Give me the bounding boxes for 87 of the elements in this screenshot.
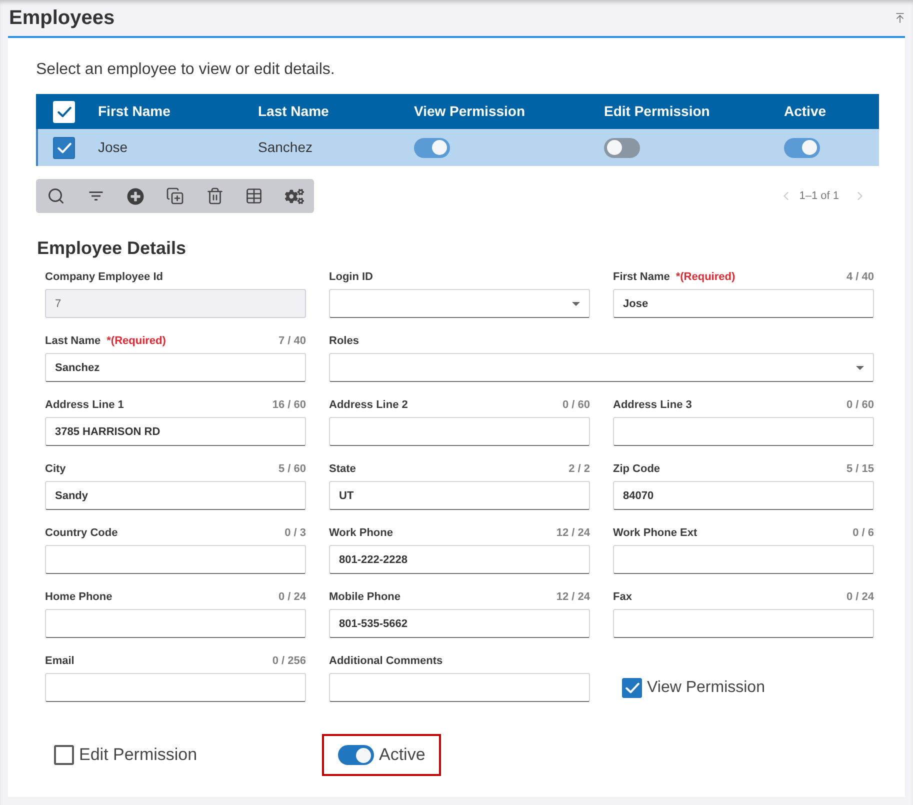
caret-down-icon xyxy=(856,366,864,370)
caret-down-icon xyxy=(572,302,580,306)
field-label: Additional Comments xyxy=(329,654,443,668)
toggle-switch[interactable] xyxy=(338,745,374,765)
field-label: Roles xyxy=(329,334,359,348)
instruction-text: Select an employee to view or edit details. xyxy=(36,60,336,80)
toggle-switch[interactable] xyxy=(414,138,450,158)
required-note: *(Required) xyxy=(676,270,736,284)
text-field[interactable]: Sanchez xyxy=(45,353,306,382)
trash-icon xyxy=(206,187,224,205)
field-label: Email xyxy=(45,654,74,668)
text-field[interactable]: 801-535-5662 xyxy=(329,609,590,638)
character-counter: 16 / 60 xyxy=(272,398,306,412)
gears-icon xyxy=(284,186,304,206)
required-note: *(Required) xyxy=(106,334,166,348)
field-label: Fax xyxy=(613,590,632,604)
character-counter: 0 / 60 xyxy=(846,398,874,412)
checkbox-label: View Permission xyxy=(647,678,765,698)
field-label: State xyxy=(329,462,356,476)
field-label: Address Line 2 xyxy=(329,398,408,412)
dropdown-field[interactable] xyxy=(329,353,874,382)
text-field[interactable]: UT xyxy=(329,481,590,510)
toggle-switch[interactable] xyxy=(784,138,820,158)
text-field[interactable] xyxy=(613,417,874,446)
table-cell-text: Jose xyxy=(98,138,129,157)
toggle-switch[interactable] xyxy=(604,138,640,158)
character-counter: 5 / 15 xyxy=(846,462,874,476)
field-label: Work Phone Ext xyxy=(613,526,698,540)
character-counter: 0 / 6 xyxy=(852,526,874,540)
checkmark-icon xyxy=(624,682,640,694)
field-label: Login ID xyxy=(329,270,373,284)
character-counter: 12 / 24 xyxy=(556,590,590,604)
character-counter: 4 / 40 xyxy=(846,270,874,284)
text-field[interactable] xyxy=(613,545,874,574)
field-label: Mobile Phone xyxy=(329,590,400,604)
checkmark-icon xyxy=(56,142,72,154)
column-header[interactable]: First Name xyxy=(98,101,258,122)
field-label: Country Code xyxy=(45,526,118,540)
character-counter: 2 / 2 xyxy=(568,462,590,476)
field-label: Home Phone xyxy=(45,590,112,604)
section-heading: Employee Details xyxy=(37,237,188,259)
text-field[interactable] xyxy=(45,609,306,638)
field-label: Company Employee Id xyxy=(45,270,163,284)
copy-plus-icon xyxy=(166,187,184,205)
text-field[interactable] xyxy=(329,417,590,446)
character-counter: 12 / 24 xyxy=(556,526,590,540)
text-field[interactable]: 801-222-2228 xyxy=(329,545,590,574)
character-counter: 7 / 40 xyxy=(278,334,306,348)
checkbox[interactable] xyxy=(54,745,74,765)
field-label: Address Line 1 xyxy=(45,398,124,412)
character-counter: 0 / 24 xyxy=(278,590,306,604)
character-counter: 0 / 60 xyxy=(562,398,590,412)
table-cell-text: Sanchez xyxy=(258,138,314,157)
field-label: Work Phone xyxy=(329,526,393,540)
field-label: Zip Code xyxy=(613,462,660,476)
checkbox-label: Edit Permission xyxy=(79,744,198,766)
text-field[interactable]: Sandy xyxy=(45,481,306,510)
checkmark-icon xyxy=(56,106,72,118)
text-field[interactable] xyxy=(329,673,590,702)
character-counter: 0 / 24 xyxy=(846,590,874,604)
text-field[interactable]: Jose xyxy=(613,289,874,318)
checkbox[interactable] xyxy=(622,678,642,698)
pagination-range: 1–1 of 1 xyxy=(799,188,839,204)
field-label: Last Name xyxy=(45,334,101,348)
text-field[interactable] xyxy=(45,673,306,702)
toggle-label: Active xyxy=(379,744,426,766)
text-field[interactable] xyxy=(613,609,874,638)
column-header[interactable]: View Permission xyxy=(414,101,604,122)
column-header[interactable]: Edit Permission xyxy=(604,101,784,122)
page-title: Employees xyxy=(9,6,115,31)
text-field[interactable] xyxy=(45,545,306,574)
dropdown-field[interactable] xyxy=(329,289,590,318)
table-icon xyxy=(245,187,264,205)
field-label: First Name xyxy=(613,270,670,284)
text-field[interactable]: 3785 HARRISON RD xyxy=(45,417,306,446)
character-counter: 0 / 3 xyxy=(284,526,306,540)
field-label: Address Line 3 xyxy=(613,398,692,412)
column-header[interactable]: Last Name xyxy=(258,101,414,122)
column-header[interactable]: Active xyxy=(784,101,879,122)
checkbox[interactable] xyxy=(53,136,75,158)
character-counter: 5 / 60 xyxy=(278,462,306,476)
character-counter: 0 / 256 xyxy=(272,654,306,668)
text-field[interactable]: 84070 xyxy=(613,481,874,510)
arrow-up-to-line-icon[interactable] xyxy=(894,12,906,24)
field-label: City xyxy=(45,462,66,476)
table-row[interactable]: Jose Sanchez xyxy=(36,129,879,166)
search-icon xyxy=(46,187,65,205)
